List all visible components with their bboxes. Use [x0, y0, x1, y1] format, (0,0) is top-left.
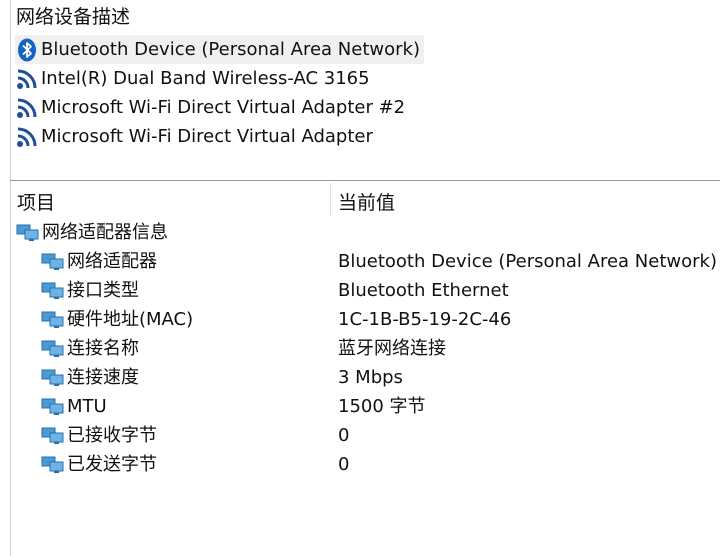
device-item-bluetooth[interactable]: Bluetooth Device (Personal Area Network) — [15, 35, 720, 64]
tree-group-row[interactable]: 网络适配器信息 — [10, 218, 720, 247]
property-value: 1500 字节 — [338, 396, 426, 417]
property-name: 硬件地址(MAC) — [67, 309, 194, 330]
property-name: 已发送字节 — [67, 454, 157, 475]
network-adapter-icon — [41, 250, 65, 274]
device-item-intel-wireless[interactable]: Intel(R) Dual Band Wireless-AC 3165 — [15, 64, 720, 93]
property-tree: 网络适配器信息 网络适配器 Bluetooth Device (Personal… — [10, 218, 720, 479]
property-value: 1C-1B-B5-19-2C-46 — [338, 309, 512, 330]
table-row[interactable]: 连接名称 蓝牙网络连接 — [10, 334, 720, 363]
network-adapter-icon — [41, 424, 65, 448]
table-header: 项目 当前值 — [10, 183, 720, 216]
network-adapter-icon — [41, 279, 65, 303]
network-adapter-icon — [41, 366, 65, 390]
property-value: 3 Mbps — [338, 367, 403, 388]
table-row[interactable]: 连接速度 3 Mbps — [10, 363, 720, 392]
column-divider[interactable] — [330, 183, 331, 216]
device-list-header: 网络设备描述 — [16, 6, 131, 28]
bluetooth-icon — [15, 38, 39, 62]
table-row[interactable]: MTU 1500 字节 — [10, 392, 720, 421]
group-label: 网络适配器信息 — [42, 222, 168, 243]
table-row[interactable]: 已发送字节 0 — [10, 450, 720, 479]
wifi-icon — [15, 67, 39, 91]
property-name: 连接速度 — [67, 367, 139, 388]
device-label: Microsoft Wi-Fi Direct Virtual Adapter — [41, 126, 373, 147]
property-value: 蓝牙网络连接 — [338, 338, 446, 359]
property-value: 0 — [338, 454, 350, 475]
device-list: Bluetooth Device (Personal Area Network)… — [15, 35, 720, 151]
table-row[interactable]: 硬件地址(MAC) 1C-1B-B5-19-2C-46 — [10, 305, 720, 334]
network-adapter-icon — [41, 395, 65, 419]
property-name: 连接名称 — [67, 338, 139, 359]
device-label: Bluetooth Device (Personal Area Network) — [41, 39, 420, 60]
wifi-icon — [15, 125, 39, 149]
column-header-value[interactable]: 当前值 — [338, 188, 395, 215]
property-value: Bluetooth Ethernet — [338, 280, 509, 301]
table-row[interactable]: 网络适配器 Bluetooth Device (Personal Area Ne… — [10, 247, 720, 276]
network-adapter-icon — [16, 221, 40, 245]
device-item-wifi-direct-2[interactable]: Microsoft Wi-Fi Direct Virtual Adapter #… — [15, 93, 720, 122]
table-row[interactable]: 接口类型 Bluetooth Ethernet — [10, 276, 720, 305]
table-row[interactable]: 已接收字节 0 — [10, 421, 720, 450]
property-value: 0 — [338, 425, 350, 446]
property-name: 已接收字节 — [67, 425, 157, 446]
property-name: 接口类型 — [67, 280, 139, 301]
column-header-item[interactable]: 项目 — [17, 188, 55, 215]
network-adapter-icon — [41, 337, 65, 361]
property-name: MTU — [67, 396, 107, 417]
network-adapter-icon — [41, 453, 65, 477]
device-label: Microsoft Wi-Fi Direct Virtual Adapter #… — [41, 97, 406, 118]
device-item-wifi-direct[interactable]: Microsoft Wi-Fi Direct Virtual Adapter — [15, 122, 720, 151]
pane-splitter[interactable] — [10, 180, 720, 181]
network-adapter-icon — [41, 308, 65, 332]
property-value: Bluetooth Device (Personal Area Network) — [338, 251, 717, 272]
wifi-icon — [15, 96, 39, 120]
device-label: Intel(R) Dual Band Wireless-AC 3165 — [41, 68, 370, 89]
property-name: 网络适配器 — [67, 251, 157, 272]
